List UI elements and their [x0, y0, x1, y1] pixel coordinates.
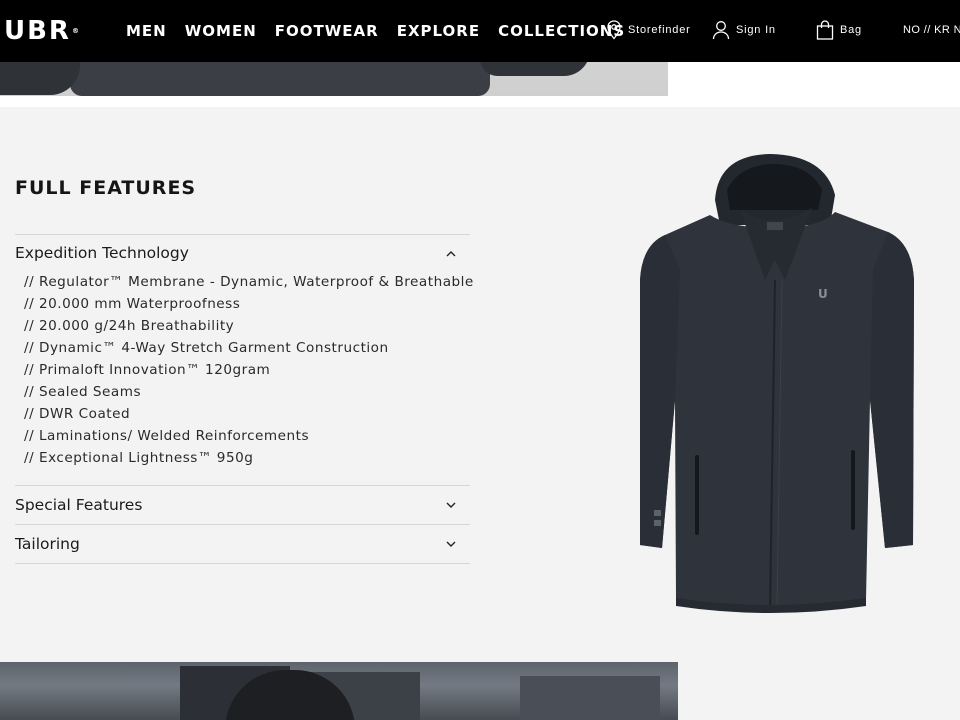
- country-currency-selector[interactable]: NO // KR N: [903, 24, 960, 36]
- feature-spec-list: // Regulator™ Membrane - Dynamic, Waterp…: [15, 271, 474, 485]
- storefinder-label: Storefinder: [628, 24, 691, 36]
- chevron-down-icon[interactable]: [446, 502, 456, 509]
- list-item: // Exceptional Lightness™ 950g: [24, 450, 254, 466]
- logo-text: UBR: [4, 16, 71, 46]
- location-pin-icon: [606, 20, 622, 40]
- coat-logo: U: [818, 287, 828, 301]
- accordion-special-features: Special Features: [15, 485, 470, 524]
- chevron-up-icon[interactable]: [446, 250, 456, 257]
- accordion-expedition-technology: Expedition Technology // Regulator™ Memb…: [15, 234, 474, 485]
- list-item: // Primaloft Innovation™ 120gram: [24, 362, 271, 378]
- bag-label: Bag: [840, 24, 862, 36]
- list-item: // Sealed Seams: [24, 384, 142, 400]
- accordion-header-expedition-technology[interactable]: Expedition Technology: [15, 235, 470, 271]
- sign-in-label: Sign In: [736, 24, 776, 36]
- chevron-down-icon[interactable]: [446, 541, 456, 548]
- logo-registered-mark: ®: [71, 27, 81, 35]
- list-item: // 20.000 g/24h Breathability: [24, 318, 235, 334]
- menu-item-explore[interactable]: EXPLORE: [397, 22, 480, 40]
- brand-logo[interactable]: UBR®: [4, 18, 81, 44]
- bottom-lifestyle-photo: [0, 662, 678, 720]
- top-navigation-bar: UBR® MEN WOMEN FOOTWEAR EXPLORE COLLECTI…: [0, 0, 960, 62]
- accordion-header-special-features[interactable]: Special Features: [15, 486, 470, 524]
- full-features-heading: FULL FEATURES: [15, 177, 197, 199]
- accordion-title: Tailoring: [15, 535, 80, 553]
- main-menu: MEN WOMEN FOOTWEAR EXPLORE COLLECTIONS: [126, 22, 643, 40]
- list-item: // DWR Coated: [24, 406, 131, 422]
- user-icon: [712, 20, 730, 40]
- accordion-header-tailoring[interactable]: Tailoring: [15, 525, 470, 563]
- bag-link[interactable]: Bag: [816, 20, 862, 40]
- shopping-bag-icon: [816, 20, 834, 40]
- list-item: // Laminations/ Welded Reinforcements: [24, 428, 310, 444]
- accordion-title: Special Features: [15, 496, 143, 514]
- product-image-jacket: U: [630, 150, 930, 620]
- storefinder-link[interactable]: Storefinder: [606, 20, 691, 40]
- menu-item-footwear[interactable]: FOOTWEAR: [275, 22, 379, 40]
- accordion-tailoring: Tailoring: [15, 524, 470, 564]
- list-item: // 20.000 mm Waterproofness: [24, 296, 241, 312]
- list-item: // Regulator™ Membrane - Dynamic, Waterp…: [24, 274, 474, 290]
- sign-in-link[interactable]: Sign In: [712, 20, 776, 40]
- menu-item-women[interactable]: WOMEN: [185, 22, 257, 40]
- menu-item-men[interactable]: MEN: [126, 22, 167, 40]
- accordion-title: Expedition Technology: [15, 244, 189, 262]
- list-item: // Dynamic™ 4-Way Stretch Garment Constr…: [24, 340, 389, 356]
